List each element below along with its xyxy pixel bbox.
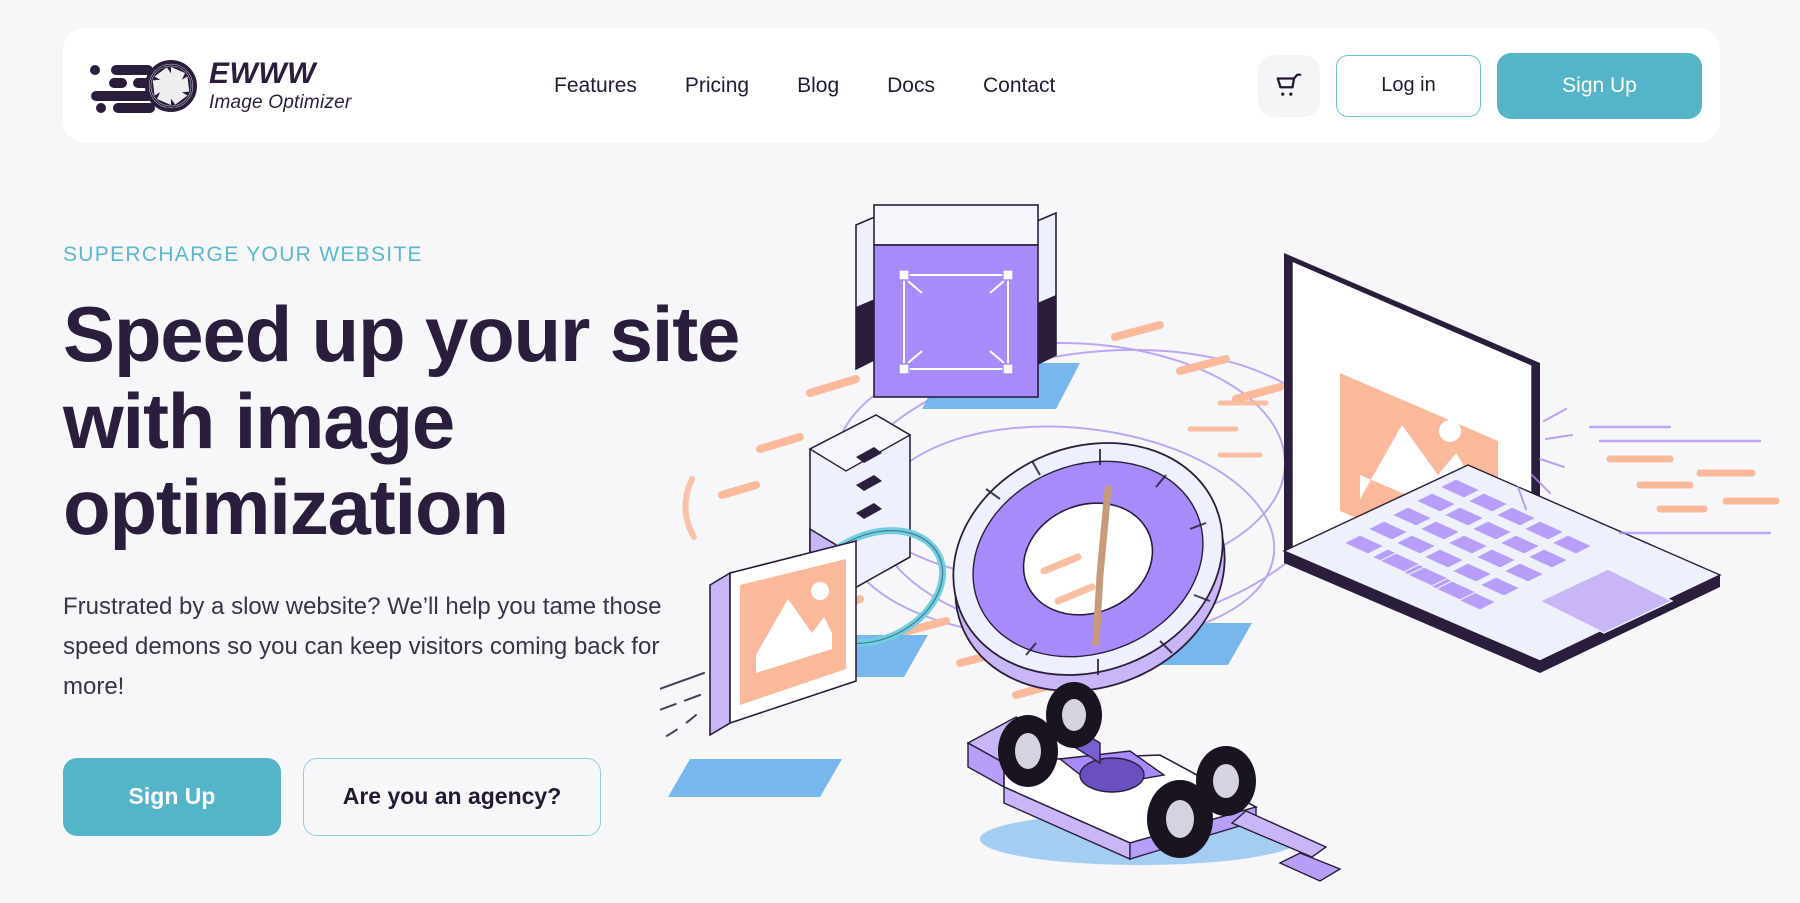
speed-gauge-dial: [952, 442, 1226, 692]
hero-eyebrow: SUPERCHARGE YOUR WEBSITE: [63, 243, 423, 266]
isometric-laptop-with-image: [1282, 253, 1722, 673]
cart-button[interactable]: [1258, 54, 1320, 117]
nav-item-blog[interactable]: Blog: [797, 74, 839, 98]
nav-item-docs[interactable]: Docs: [887, 74, 935, 98]
signup-button-header[interactable]: Sign Up: [1497, 52, 1702, 119]
floating-image-card: [660, 539, 857, 741]
main-navigation: Features Pricing Blog Docs Contact: [554, 74, 1055, 98]
login-button[interactable]: Log in: [1336, 54, 1481, 117]
shopping-cart-icon: [1276, 73, 1302, 96]
site-header: EWWW Image Optimizer Features Pricing Bl…: [63, 28, 1720, 143]
hero-description: Frustrated by a slow website? We’ll help…: [63, 592, 662, 701]
formula-one-race-car: [966, 682, 1342, 882]
hero-copy: SUPERCHARGE YOUR WEBSITE Speed up your s…: [63, 243, 743, 836]
nav-item-contact[interactable]: Contact: [983, 74, 1055, 98]
hero-section: SUPERCHARGE YOUR WEBSITE Speed up your s…: [0, 143, 1800, 903]
brand-logo[interactable]: EWWW Image Optimizer: [89, 57, 351, 115]
right-speed-streaks: [1606, 455, 1780, 513]
brand-tagline: Image Optimizer: [209, 92, 352, 113]
header-actions: Log in Sign Up: [1258, 52, 1702, 119]
page-title: Speed up your site with image optimizati…: [63, 290, 740, 552]
brand-name: EWWW: [209, 57, 316, 90]
camera-aperture-speed-icon: [90, 59, 197, 113]
crop-tool-image-frame: [855, 204, 1057, 398]
nav-item-pricing[interactable]: Pricing: [685, 74, 749, 98]
agency-button[interactable]: Are you an agency?: [303, 757, 601, 836]
isometric-speed-optimization-illustration: [660, 204, 1780, 882]
hero-cta-row: Sign Up Are you an agency?: [63, 757, 743, 836]
signup-button-hero[interactable]: Sign Up: [63, 757, 281, 836]
nav-item-features[interactable]: Features: [554, 74, 637, 98]
